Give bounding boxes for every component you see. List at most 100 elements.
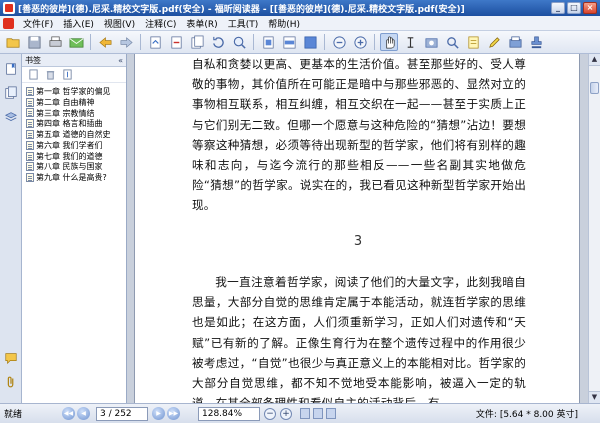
- bookmark-tab-icon[interactable]: [2, 60, 20, 78]
- maximize-button[interactable]: □: [567, 2, 581, 14]
- bookmark-item[interactable]: 第一章 哲学家的偏见: [22, 86, 126, 97]
- bookmark-label: 第六章 我们学者们: [36, 140, 103, 150]
- scroll-down-arrow-icon[interactable]: ▼: [589, 391, 600, 403]
- bookmark-item[interactable]: 第四章 格言和插曲: [22, 118, 126, 129]
- window-controls: _ □ ×: [551, 2, 597, 14]
- next-page-nav-icon[interactable]: ▶: [152, 407, 165, 420]
- bookmark-toolbar: [22, 67, 126, 83]
- search-icon[interactable]: [443, 33, 461, 51]
- zoom-in-status-icon[interactable]: +: [280, 407, 292, 420]
- next-page-icon[interactable]: [188, 33, 206, 51]
- bookmark-page-icon: [26, 86, 34, 96]
- pages-tab-icon[interactable]: [2, 84, 20, 102]
- status-ready-label: 就绪: [4, 410, 23, 420]
- collapse-panel-button[interactable]: «: [118, 56, 123, 65]
- facing-view-icon[interactable]: [326, 408, 336, 419]
- prev-page-icon[interactable]: [167, 33, 185, 51]
- zoom-in-icon[interactable]: [230, 33, 248, 51]
- rotate-icon[interactable]: [209, 33, 227, 51]
- last-page-nav-icon[interactable]: ▶▶: [167, 407, 180, 420]
- page-paragraph-upper: 自私和贪婪以更高、更基本的生活价值。甚至那些好的、受人尊敬的事物，其价值所在可能…: [192, 54, 526, 216]
- back-arrow-icon[interactable]: [96, 33, 114, 51]
- close-button[interactable]: ×: [583, 2, 597, 14]
- bookmark-item[interactable]: 第七章 我们的道德: [22, 151, 126, 162]
- stamp-icon[interactable]: [527, 33, 545, 51]
- zoom-out-status-icon[interactable]: −: [264, 407, 276, 420]
- bookmark-panel: 书签 « 第一章 哲学家的偏见 第二章 自由精神 第三章 宗教情结 第四章 格言和插曲…: [22, 54, 127, 403]
- bookmark-item[interactable]: 第六章 我们学者们: [22, 140, 126, 151]
- first-page-icon[interactable]: [146, 33, 164, 51]
- bookmark-label: 第八章 民族与国家: [36, 162, 103, 172]
- bookmark-label: 第九章 什么是高贵?: [36, 173, 107, 183]
- toolbar-separator: [324, 34, 325, 50]
- save-icon[interactable]: [25, 33, 43, 51]
- bookmark-item[interactable]: 第五章 道德的自然史: [22, 129, 126, 140]
- bookmark-list: 第一章 哲学家的偏见 第二章 自由精神 第三章 宗教情结 第四章 格言和插曲 第五章 道…: [22, 83, 126, 183]
- new-bookmark-icon[interactable]: [62, 69, 73, 80]
- menu-insert[interactable]: 插入(E): [58, 17, 99, 30]
- select-text-icon[interactable]: [401, 33, 419, 51]
- bookmark-panel-header: 书签 «: [22, 54, 126, 67]
- bookmark-item[interactable]: 第二章 自由精神: [22, 97, 126, 108]
- window-title: [善恶的彼岸](德).尼采.精校文字版.pdf(安全) - 福昕阅读器 - [[…: [18, 4, 465, 15]
- zoom-in-circle-icon[interactable]: [351, 33, 369, 51]
- document-viewport[interactable]: 自私和贪婪以更高、更基本的生活价值。甚至那些好的、受人尊敬的事物，其价值所在可能…: [127, 54, 588, 403]
- bookmark-panel-title: 书签: [25, 55, 41, 65]
- bookmark-page-icon: [26, 162, 34, 172]
- paragraph-text: 我一直注意着哲学家，阅读了他们的大量文字，此刻我暗自思量，大部分自觉的思维肯定属…: [192, 275, 526, 403]
- menu-file[interactable]: 文件(F): [18, 17, 58, 30]
- bookmark-page-icon: [26, 97, 34, 107]
- menu-view[interactable]: 视图(V): [99, 17, 140, 30]
- bookmark-label: 第三章 宗教情结: [36, 108, 95, 118]
- menu-bar: 文件(F) 插入(E) 视图(V) 注释(C) 表单(R) 工具(T) 帮助(H…: [0, 16, 600, 31]
- bookmark-page-icon: [26, 140, 34, 150]
- bookmark-item[interactable]: 第九章 什么是高贵?: [22, 172, 126, 183]
- toolbar-separator: [90, 34, 91, 50]
- note-icon[interactable]: [464, 33, 482, 51]
- page-number-label: 3: [353, 234, 363, 249]
- pdf-page[interactable]: 自私和贪婪以更高、更基本的生活价值。甚至那些好的、受人尊敬的事物，其价值所在可能…: [134, 54, 580, 403]
- open-folder-icon[interactable]: [4, 33, 22, 51]
- vertical-scrollbar[interactable]: ▲ ▼: [588, 54, 600, 403]
- bookmark-label: 第七章 我们的道德: [36, 151, 103, 161]
- view-mode-group: [300, 408, 336, 419]
- sidebar-tab-strip: [0, 54, 22, 403]
- bookmark-label: 第五章 道德的自然史: [36, 130, 111, 140]
- print-icon[interactable]: [46, 33, 64, 51]
- fit-width-icon[interactable]: [280, 33, 298, 51]
- continuous-view-icon[interactable]: [313, 408, 323, 419]
- highlight-icon[interactable]: [485, 33, 503, 51]
- scroll-up-arrow-icon[interactable]: ▲: [589, 54, 600, 66]
- layers-tab-icon[interactable]: [2, 108, 20, 126]
- typewriter-icon[interactable]: [506, 33, 524, 51]
- bookmark-label: 第一章 哲学家的偏见: [36, 86, 111, 96]
- menu-form[interactable]: 表单(R): [181, 17, 222, 30]
- prev-page-nav-icon[interactable]: ◀: [77, 407, 90, 420]
- snapshot-icon[interactable]: [422, 33, 440, 51]
- attachment-tab-icon[interactable]: [2, 374, 20, 390]
- bookmark-options-icon[interactable]: [28, 69, 39, 80]
- scroll-thumb[interactable]: [590, 82, 599, 94]
- bookmark-item[interactable]: 第三章 宗教情结: [22, 108, 126, 119]
- menu-comment[interactable]: 注释(C): [140, 17, 181, 30]
- delete-bookmark-icon[interactable]: [45, 69, 56, 80]
- forward-arrow-icon[interactable]: [117, 33, 135, 51]
- email-icon[interactable]: [67, 33, 85, 51]
- foxit-app-icon[interactable]: [3, 2, 15, 14]
- hand-tool-icon[interactable]: [380, 33, 398, 51]
- zoom-level-input[interactable]: 128.84%: [198, 406, 260, 421]
- comments-tab-icon[interactable]: [2, 350, 20, 366]
- actual-size-icon[interactable]: [301, 33, 319, 51]
- menu-help[interactable]: 帮助(H): [263, 17, 305, 30]
- menu-tools[interactable]: 工具(T): [223, 17, 264, 30]
- minimize-button[interactable]: _: [551, 2, 565, 14]
- bookmark-item[interactable]: 第八章 民族与国家: [22, 162, 126, 173]
- bookmark-page-icon: [26, 108, 34, 118]
- page-paragraph-lower: 我一直注意着哲学家，阅读了他们的大量文字，此刻我暗自思量，大部分自觉的思维肯定属…: [192, 272, 526, 403]
- first-page-nav-icon[interactable]: ◀◀: [62, 407, 75, 420]
- fit-page-icon[interactable]: [259, 33, 277, 51]
- page-number-input[interactable]: 3 / 252: [96, 406, 148, 421]
- document-menu-icon[interactable]: [3, 17, 14, 29]
- single-page-view-icon[interactable]: [300, 408, 310, 419]
- zoom-out-circle-icon[interactable]: [330, 33, 348, 51]
